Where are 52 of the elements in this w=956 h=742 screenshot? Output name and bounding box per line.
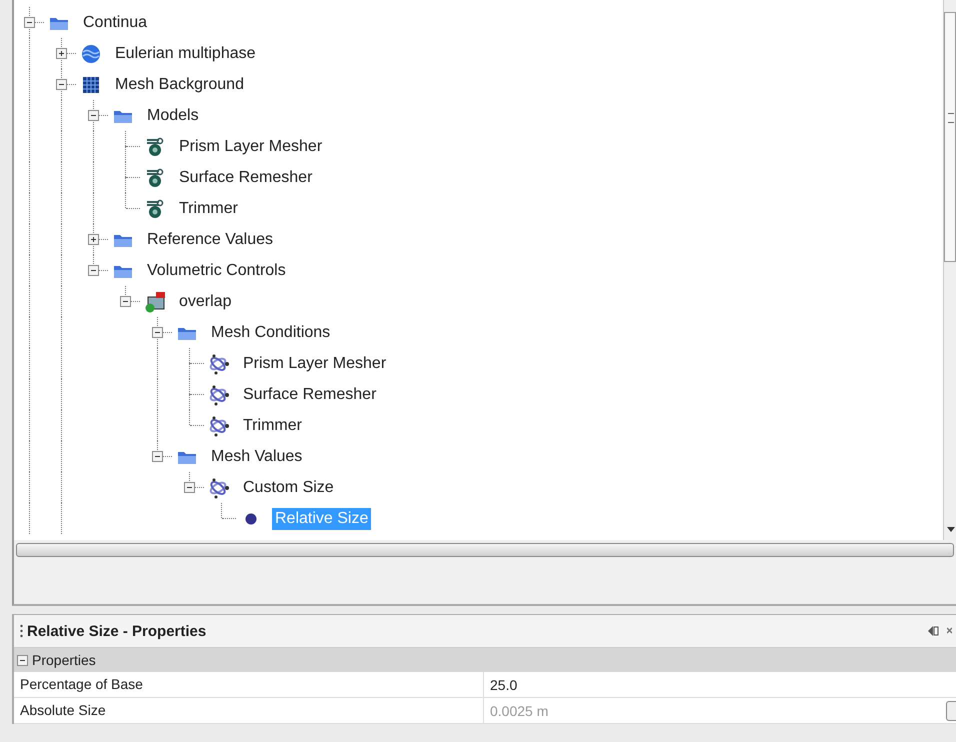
tree-item[interactable]: Surface Remesher <box>240 384 380 406</box>
dot-icon <box>245 512 257 524</box>
tree-item[interactable]: overlap <box>176 290 234 312</box>
molecule-icon <box>208 384 230 406</box>
gear-icon <box>145 198 165 218</box>
expand-toggle[interactable] <box>88 234 99 245</box>
tree-item[interactable]: Mesh Values <box>208 446 306 468</box>
expand-toggle[interactable] <box>120 296 131 307</box>
vertical-scrollbar[interactable] <box>943 0 956 540</box>
horizontal-scrollbar[interactable] <box>16 543 954 557</box>
tree-item[interactable]: Trimmer <box>176 198 241 220</box>
molecule-icon <box>208 476 230 498</box>
property-value[interactable]: 25.0 <box>484 676 956 692</box>
grid-icon <box>83 76 99 92</box>
mesh-icon <box>144 290 166 312</box>
expand-toggle[interactable] <box>56 48 67 59</box>
property-name: Absolute Size <box>14 698 484 723</box>
browse-button[interactable] <box>946 700 956 720</box>
expand-toggle[interactable] <box>88 110 99 121</box>
minimize-icon[interactable] <box>927 625 939 637</box>
tree-item[interactable]: Trimmer <box>240 414 305 436</box>
tree-item[interactable]: Mesh Conditions <box>208 322 334 344</box>
molecule-icon <box>208 414 230 436</box>
group-label: Properties <box>32 652 96 668</box>
panel-title: Relative Size - Properties <box>27 622 208 640</box>
expand-toggle[interactable] <box>184 482 195 493</box>
tree-item[interactable]: Volumetric Controls <box>144 260 289 282</box>
gear-icon <box>145 168 165 188</box>
expand-toggle[interactable] <box>152 451 163 462</box>
tree-item[interactable]: Mesh Background <box>112 74 247 96</box>
close-icon[interactable] <box>947 626 952 636</box>
grip-icon <box>20 624 23 638</box>
scroll-thumb[interactable] <box>944 12 956 262</box>
tree-item[interactable]: Continua <box>80 12 150 34</box>
property-name: Percentage of Base <box>14 672 484 697</box>
molecule-icon <box>208 352 230 374</box>
tree-item[interactable]: Prism Layer Mesher <box>176 136 326 158</box>
expand-toggle[interactable] <box>152 327 163 338</box>
expand-toggle[interactable] <box>88 265 99 276</box>
tree-item[interactable]: Eulerian multiphase <box>112 42 259 64</box>
gear-icon <box>145 136 165 156</box>
collapse-toggle[interactable] <box>17 654 28 666</box>
tree-item[interactable]: Custom Size <box>240 476 337 498</box>
group-header[interactable]: Properties <box>14 648 956 672</box>
tree-item[interactable]: Prism Layer Mesher <box>240 352 390 374</box>
tree-item[interactable]: Models <box>144 104 202 126</box>
sphere-icon <box>81 44 101 64</box>
expand-toggle[interactable] <box>24 17 35 28</box>
tree-item[interactable]: Reference Values <box>144 228 276 250</box>
expand-toggle[interactable] <box>56 79 67 90</box>
tree-item[interactable]: Surface Remesher <box>176 166 316 188</box>
down-arrow-icon[interactable] <box>947 527 955 532</box>
